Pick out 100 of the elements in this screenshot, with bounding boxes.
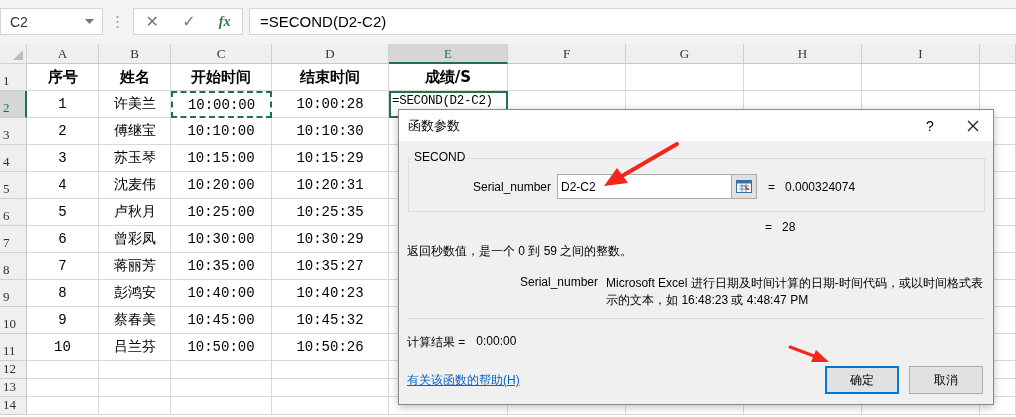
table-cell: 10:20:31: [272, 172, 389, 199]
table-cell: 10:50:00: [171, 334, 272, 361]
table-cell: 10:50:26: [272, 334, 389, 361]
row-header[interactable]: 8: [0, 253, 27, 280]
row-header[interactable]: 4: [0, 145, 27, 172]
table-cell: 10: [27, 334, 99, 361]
table-cell: 卢秋月: [99, 199, 171, 226]
range-picker-icon[interactable]: [736, 180, 752, 193]
table-cell: 结束时间: [272, 64, 389, 91]
table-cell: [27, 379, 99, 397]
insert-function-button[interactable]: fx: [214, 13, 235, 30]
table-cell: 10:25:00: [171, 199, 272, 226]
function-result: 28: [782, 220, 796, 234]
equals-sign: =: [765, 220, 772, 234]
formula-result: 0:00:00: [476, 334, 517, 350]
table-cell: 彭鸿安: [99, 280, 171, 307]
table-cell: 2: [27, 118, 99, 145]
table-cell: 10:15:29: [272, 145, 389, 172]
table-cell: 1: [27, 91, 99, 118]
row-header[interactable]: 2: [0, 91, 27, 118]
table-cell: 成绩/S: [389, 64, 508, 91]
dialog-button[interactable]: 取消: [909, 366, 983, 394]
row-header[interactable]: 6: [0, 199, 27, 226]
row-header[interactable]: 10: [0, 307, 27, 334]
close-icon[interactable]: [967, 119, 979, 132]
table-cell: [27, 361, 99, 379]
help-button[interactable]: ?: [915, 116, 945, 135]
table-cell: 蔡春美: [99, 307, 171, 334]
parameter-name: Serial_number: [520, 275, 599, 291]
row-header[interactable]: 14: [0, 397, 27, 415]
table-cell: 10:25:35: [272, 199, 389, 226]
table-cell: 苏玉琴: [99, 145, 171, 172]
column-header[interactable]: H: [744, 44, 862, 64]
triangle-icon: [13, 50, 23, 60]
enter-button[interactable]: ✓: [178, 12, 200, 31]
column-header[interactable]: G: [626, 44, 744, 64]
table-cell: 10:20:00: [171, 172, 272, 199]
row-header[interactable]: 5: [0, 172, 27, 199]
table-cell: 序号: [27, 64, 99, 91]
function-description: 返回秒数值，是一个 0 到 59 之间的整数。: [407, 243, 634, 260]
column-header[interactable]: B: [99, 44, 171, 64]
table-cell: [99, 361, 171, 379]
cancel-button[interactable]: ✕: [141, 12, 163, 31]
table-cell: [980, 64, 1016, 91]
formula-result-label: 计算结果 =: [407, 334, 466, 351]
argument-result: 0.000324074: [785, 179, 856, 194]
column-header[interactable]: I: [862, 44, 980, 64]
table-cell: 10:40:00: [171, 280, 272, 307]
table-cell: 10:30:29: [272, 226, 389, 253]
argument-label: Serial_number: [471, 179, 551, 194]
table-cell: 曾彩凤: [99, 226, 171, 253]
dialog-button[interactable]: 确定: [825, 366, 899, 394]
table-cell: 6: [27, 226, 99, 253]
table-cell: 9: [27, 307, 99, 334]
table-cell: 10:10:30: [272, 118, 389, 145]
table-cell: 蒋丽芳: [99, 253, 171, 280]
row-header[interactable]: 1: [0, 64, 27, 91]
row-header[interactable]: 3: [0, 118, 27, 145]
equals-sign: =: [768, 179, 775, 194]
table-cell: 10:45:00: [171, 307, 272, 334]
row-header[interactable]: 11: [0, 334, 27, 361]
table-cell: 10:10:00: [171, 118, 272, 145]
column-header[interactable]: C: [171, 44, 272, 64]
argument-field[interactable]: D2-C2: [557, 174, 732, 199]
dialog-title: 函数参数: [408, 116, 461, 135]
help-link[interactable]: 有关该函数的帮助(H): [407, 371, 825, 389]
row-header[interactable]: 13: [0, 379, 27, 397]
formula-field[interactable]: =SECOND(D2-C2): [249, 8, 1016, 35]
table-cell: 10:45:32: [272, 307, 389, 334]
table-cell: 10:30:00: [171, 226, 272, 253]
grip-icon: [116, 15, 119, 29]
table-cell: 10:35:27: [272, 253, 389, 280]
table-cell: 5: [27, 199, 99, 226]
table-cell: 10:40:23: [272, 280, 389, 307]
annotation-arrow: [788, 345, 829, 362]
function-name: SECOND: [412, 150, 468, 164]
table-cell: 吕兰芬: [99, 334, 171, 361]
column-header[interactable]: F: [508, 44, 626, 64]
row-header[interactable]: 7: [0, 226, 27, 253]
table-cell: 傅继宝: [99, 118, 171, 145]
table-cell: [99, 397, 171, 415]
table-cell: [27, 397, 99, 415]
row-header[interactable]: 12: [0, 361, 27, 379]
table-cell: 10:35:00: [171, 253, 272, 280]
row-header[interactable]: 9: [0, 280, 27, 307]
column-header[interactable]: E: [389, 44, 508, 64]
table-cell: 3: [27, 145, 99, 172]
column-header[interactable]: A: [27, 44, 99, 64]
table-cell: 开始时间: [171, 64, 272, 91]
table-cell: 4: [27, 172, 99, 199]
table-cell: 10:15:00: [171, 145, 272, 172]
table-cell: 7: [27, 253, 99, 280]
range-picker-button[interactable]: [732, 174, 757, 199]
table-cell: 10:00:28: [272, 91, 389, 118]
table-cell: 沈麦伟: [99, 172, 171, 199]
caret-icon[interactable]: [85, 19, 94, 24]
name-box[interactable]: C2: [0, 8, 103, 35]
table-cell: 8: [27, 280, 99, 307]
table-cell: 10:00:00: [171, 91, 272, 118]
table-cell: [99, 379, 171, 397]
